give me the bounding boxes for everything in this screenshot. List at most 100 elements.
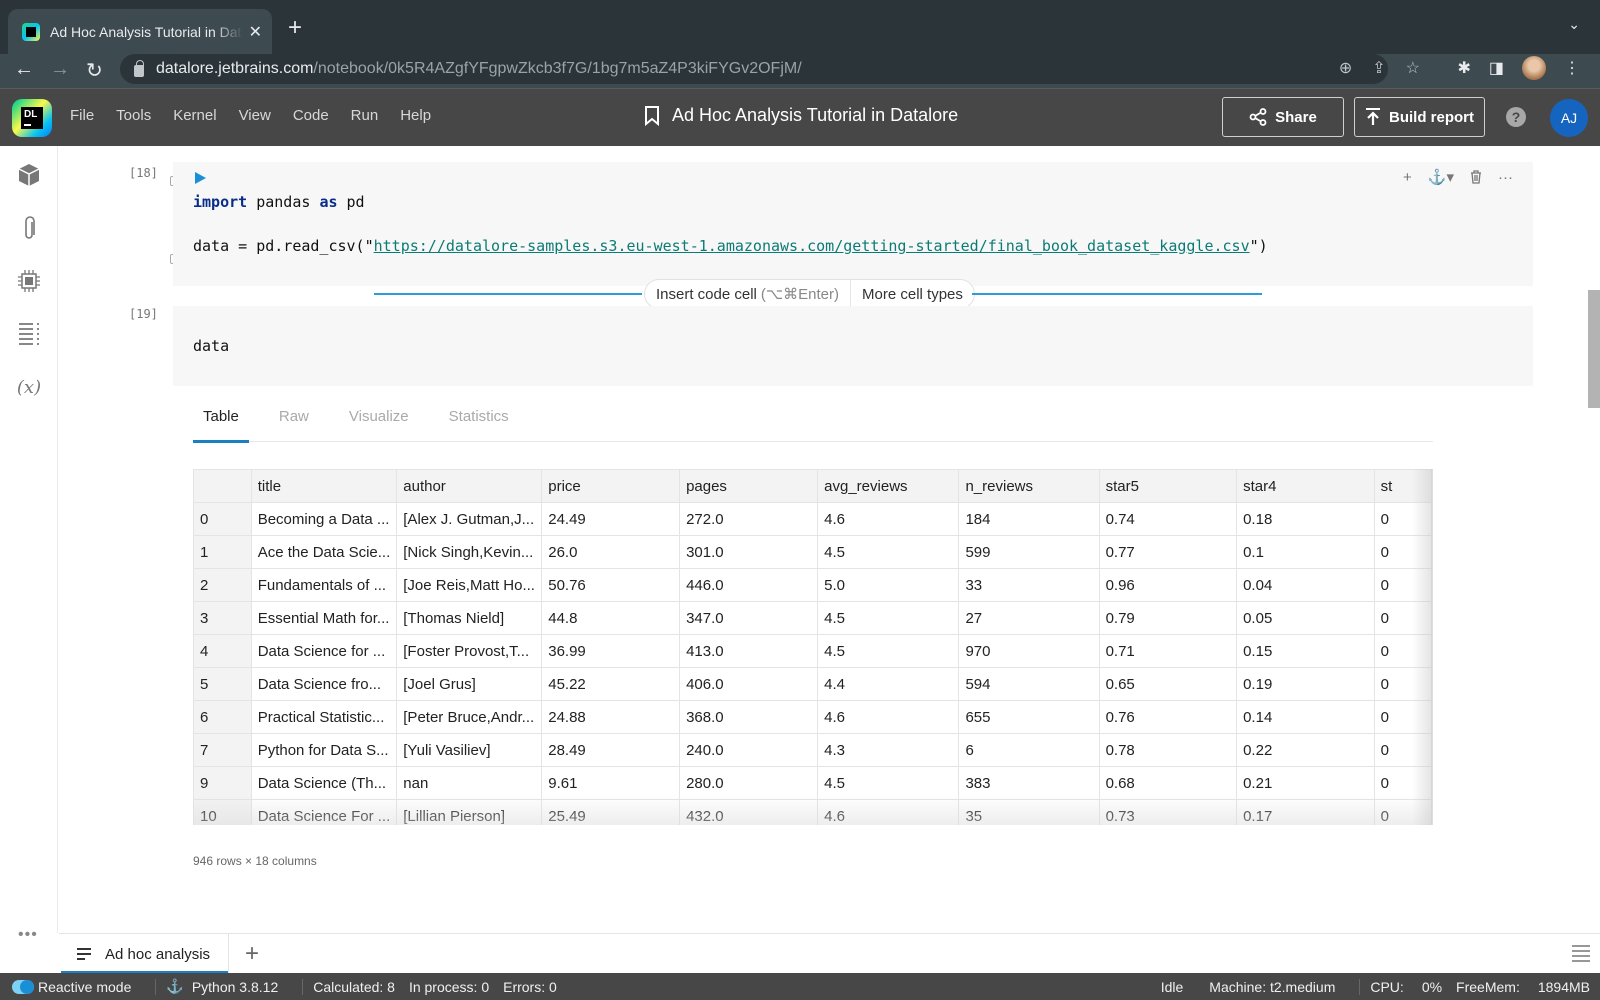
share-button[interactable]: Share bbox=[1222, 97, 1344, 137]
package-icon[interactable] bbox=[16, 162, 42, 188]
bookmark-star-icon[interactable]: ☆ bbox=[1406, 58, 1420, 78]
table-cell: 446.0 bbox=[679, 568, 819, 602]
table-cell: [Yuli Vasiliev] bbox=[396, 733, 543, 767]
sheet-tab-ad-hoc-analysis[interactable]: Ad hoc analysis bbox=[61, 934, 229, 974]
column-header[interactable]: star5 bbox=[1098, 469, 1238, 503]
close-tab-icon[interactable]: ✕ bbox=[249, 22, 262, 42]
menu-code[interactable]: Code bbox=[293, 107, 329, 124]
variables-icon[interactable]: (x) bbox=[16, 374, 42, 400]
table-row[interactable]: 3 Essential Math for... [Thomas Nield] 44.8… bbox=[193, 601, 1432, 635]
menu-tools[interactable]: Tools bbox=[116, 107, 151, 124]
table-row[interactable]: 10 Data Science For ... [Lillian Pierson] 2… bbox=[193, 799, 1432, 825]
table-cell: 0 bbox=[1373, 568, 1432, 602]
table-row[interactable]: 2 Fundamentals of ... [Joe Reis,Matt Ho...… bbox=[193, 568, 1432, 602]
table-cell: 44.8 bbox=[541, 601, 681, 635]
dataframe-table[interactable]: title author price pages avg_reviews n_review… bbox=[193, 469, 1433, 825]
user-avatar[interactable]: AJ bbox=[1550, 99, 1588, 137]
build-report-button[interactable]: Build report bbox=[1354, 97, 1485, 137]
table-cell: 50.76 bbox=[541, 568, 681, 602]
zoom-icon[interactable]: ⊕ bbox=[1339, 58, 1352, 78]
side-panel-icon[interactable]: ◨ bbox=[1489, 58, 1504, 78]
table-cell: [Thomas Nield] bbox=[396, 601, 543, 635]
column-header[interactable]: star4 bbox=[1236, 469, 1375, 503]
python-version[interactable]: Python 3.8.12 bbox=[192, 979, 278, 995]
menu-help[interactable]: Help bbox=[400, 107, 431, 124]
share-label: Share bbox=[1275, 108, 1317, 126]
index-header[interactable] bbox=[193, 469, 252, 503]
attachment-icon[interactable] bbox=[16, 216, 42, 242]
column-header[interactable]: avg_reviews bbox=[817, 469, 960, 503]
column-header[interactable]: author bbox=[396, 469, 543, 503]
table-cell: 4.6 bbox=[817, 502, 960, 536]
table-cell: 383 bbox=[958, 766, 1100, 800]
outline-icon[interactable] bbox=[16, 320, 42, 346]
table-cell: 0.17 bbox=[1236, 799, 1375, 825]
back-icon[interactable]: ← bbox=[14, 58, 34, 81]
help-icon[interactable]: ? bbox=[1506, 107, 1526, 127]
table-cell: [Lillian Pierson] bbox=[396, 799, 543, 825]
python-language-icon[interactable]: ⚓▾ bbox=[1428, 168, 1454, 186]
column-header[interactable]: st bbox=[1373, 469, 1432, 503]
csv-url-link[interactable]: https://datalore-samples.s3.eu-west-1.am… bbox=[374, 237, 1250, 255]
delete-icon[interactable] bbox=[1470, 170, 1482, 184]
insert-code-cell-button[interactable]: Insert code cell (⌥⌘Enter) bbox=[645, 280, 850, 308]
table-cell: Becoming a Data ... bbox=[250, 502, 398, 536]
chevron-down-icon[interactable]: ⌄ bbox=[1568, 16, 1580, 33]
freemem-label: FreeMem: bbox=[1456, 978, 1520, 995]
table-row[interactable]: 4 Data Science for ... [Foster Provost,T..… bbox=[193, 634, 1432, 668]
reload-icon[interactable]: ↻ bbox=[86, 58, 103, 83]
table-row[interactable]: 5 Data Science fro... [Joel Grus] 45.22 406.… bbox=[193, 667, 1432, 701]
table-row[interactable]: 0 Becoming a Data ... [Alex J. Gutman,J...… bbox=[193, 502, 1432, 536]
menu-file[interactable]: File bbox=[70, 107, 94, 124]
browser-tab[interactable]: Ad Hoc Analysis Tutorial in Datalore ✕ bbox=[8, 9, 272, 54]
menu-run[interactable]: Run bbox=[351, 107, 379, 124]
browser-menu-icon[interactable]: ⋮ bbox=[1564, 58, 1580, 78]
address-bar[interactable]: datalore.jetbrains.com/notebook/0k5R4AZg… bbox=[120, 54, 1388, 84]
add-cell-icon[interactable]: + bbox=[1403, 169, 1412, 186]
share-page-icon[interactable]: ⇪ bbox=[1372, 58, 1385, 78]
table-cell: Practical Statistic... bbox=[250, 700, 398, 734]
new-tab-icon[interactable]: + bbox=[288, 14, 302, 42]
column-header[interactable]: price bbox=[541, 469, 681, 503]
tab-raw[interactable]: Raw bbox=[269, 408, 319, 442]
tab-visualize[interactable]: Visualize bbox=[339, 408, 419, 442]
tab-table[interactable]: Table bbox=[193, 408, 249, 443]
table-row[interactable]: 9 Data Science (Th... nan 9.61 280.0 4.5 383 0.… bbox=[193, 766, 1432, 800]
notebook-scrollbar[interactable] bbox=[1588, 146, 1600, 933]
extensions-icon[interactable]: ✱ bbox=[1457, 58, 1470, 78]
table-row[interactable]: 6 Practical Statistic... [Peter Bruce,Andr… bbox=[193, 700, 1432, 734]
column-header[interactable]: n_reviews bbox=[958, 469, 1100, 503]
more-actions-icon[interactable]: ··· bbox=[1498, 169, 1513, 186]
column-header[interactable]: title bbox=[250, 469, 398, 503]
chip-icon[interactable] bbox=[16, 268, 42, 294]
tab-statistics[interactable]: Statistics bbox=[439, 408, 519, 442]
table-row[interactable]: 1 Ace the Data Scie... [Nick Singh,Kevin..… bbox=[193, 535, 1432, 569]
table-cell: 0.22 bbox=[1236, 733, 1375, 767]
forward-icon[interactable]: → bbox=[50, 58, 70, 81]
datalore-logo[interactable]: DL bbox=[12, 99, 52, 137]
browser-toolbar: ← → ↻ datalore.jetbrains.com/notebook/0k… bbox=[0, 54, 1600, 88]
machine-type[interactable]: Machine: t2.medium bbox=[1209, 979, 1335, 995]
divider bbox=[302, 978, 304, 995]
table-cell: 36.99 bbox=[541, 634, 681, 668]
reactive-mode-toggle[interactable] bbox=[12, 979, 34, 994]
more-cell-types-button[interactable]: More cell types bbox=[850, 280, 974, 308]
code-cell[interactable]: data bbox=[173, 306, 1533, 386]
menu-kernel[interactable]: Kernel bbox=[173, 107, 216, 124]
profile-avatar[interactable] bbox=[1522, 56, 1546, 80]
code-cell[interactable]: import pandas as pd data = pd.read_csv("… bbox=[173, 162, 1533, 286]
add-sheet-icon[interactable]: + bbox=[245, 940, 259, 968]
column-header[interactable]: pages bbox=[679, 469, 819, 503]
datalore-favicon-icon bbox=[22, 22, 40, 41]
more-icon[interactable]: ••• bbox=[18, 926, 38, 944]
table-row[interactable]: 7 Python for Data S... [Yuli Vasiliev] 28.4… bbox=[193, 733, 1432, 767]
table-summary: 946 rows × 18 columns bbox=[193, 854, 317, 868]
table-cell: 0.18 bbox=[1236, 502, 1375, 536]
menu-view[interactable]: View bbox=[239, 107, 271, 124]
scrollbar-thumb[interactable] bbox=[1588, 290, 1600, 408]
table-cell: 4.5 bbox=[817, 601, 960, 635]
table-cell: 24.88 bbox=[541, 700, 681, 734]
run-cell-icon[interactable] bbox=[195, 172, 206, 184]
notebook-title[interactable]: Ad Hoc Analysis Tutorial in Datalore bbox=[644, 105, 958, 126]
sheets-menu-icon[interactable] bbox=[1572, 944, 1590, 962]
